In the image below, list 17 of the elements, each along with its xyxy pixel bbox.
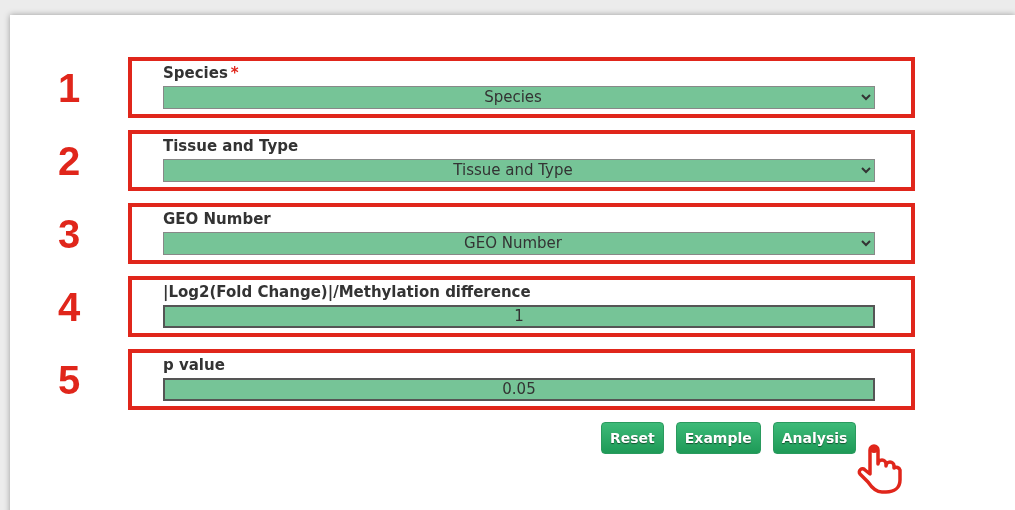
field-label: |Log2(Fold Change)|/Methylation difference (163, 283, 531, 301)
step-number: 1 (56, 67, 82, 108)
step-number: 2 (56, 140, 82, 181)
field-label: Tissue and Type (163, 137, 299, 155)
dropdown-field[interactable]: GEO Number (163, 231, 875, 255)
dropdown-field[interactable]: Species (163, 85, 875, 109)
field-label: GEO Number (163, 210, 271, 228)
pointer-hand-icon (856, 444, 902, 494)
step-number: 5 (56, 359, 82, 400)
input-field[interactable]: 0.05 (163, 377, 875, 401)
dropdown-field[interactable]: Tissue and Type (163, 158, 875, 182)
input-field[interactable]: 1 (163, 304, 875, 328)
field-label: Species (163, 64, 228, 82)
field-label: p value (163, 356, 225, 374)
step-number: 3 (56, 213, 82, 254)
step-number: 4 (56, 286, 82, 327)
required-mark: * (230, 64, 239, 82)
